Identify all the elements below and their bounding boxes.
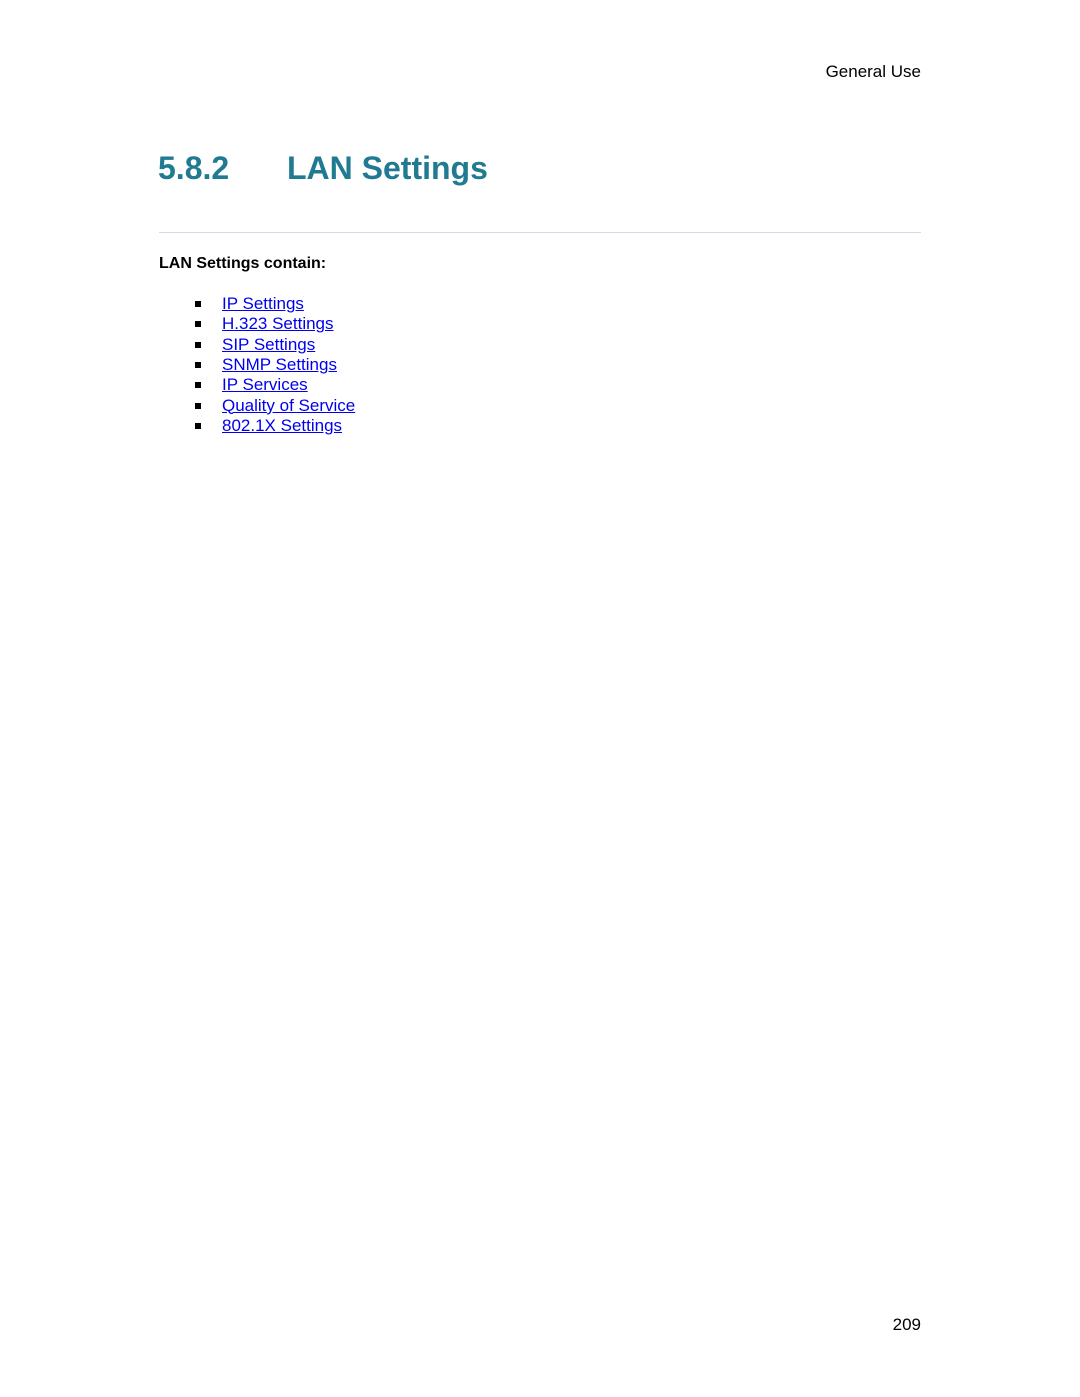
list-item: H.323 Settings xyxy=(159,314,355,334)
square-bullet-icon xyxy=(195,321,201,328)
link-quality-of-service[interactable]: Quality of Service xyxy=(222,396,355,416)
page-number: 209 xyxy=(892,1315,921,1334)
square-bullet-icon xyxy=(195,402,201,409)
link-8021x-settings[interactable]: 802.1X Settings xyxy=(222,416,342,436)
link-sip-settings[interactable]: SIP Settings xyxy=(222,335,315,355)
square-bullet-icon xyxy=(195,382,201,389)
link-ip-services[interactable]: IP Services xyxy=(222,375,308,395)
link-snmp-settings[interactable]: SNMP Settings xyxy=(222,355,337,375)
link-h323-settings[interactable]: H.323 Settings xyxy=(222,314,334,334)
list-item: SIP Settings xyxy=(159,335,355,355)
intro-text: LAN Settings contain: xyxy=(159,255,327,272)
running-header: General Use xyxy=(825,62,921,81)
list-item: SNMP Settings xyxy=(159,355,355,375)
square-bullet-icon xyxy=(195,422,201,429)
square-bullet-icon xyxy=(195,362,201,369)
list-item: Quality of Service xyxy=(159,395,355,415)
section-title: LAN Settings xyxy=(287,150,488,186)
link-ip-settings[interactable]: IP Settings xyxy=(222,294,304,314)
section-heading: 5.8.2 LAN Settings xyxy=(158,150,488,187)
list-item: 802.1X Settings xyxy=(159,416,355,436)
section-number: 5.8.2 xyxy=(158,150,230,186)
list-item: IP Settings xyxy=(159,294,355,314)
square-bullet-icon xyxy=(195,301,201,308)
square-bullet-icon xyxy=(195,341,201,348)
heading-divider xyxy=(159,232,921,233)
list-item: IP Services xyxy=(159,375,355,395)
link-list: IP Settings H.323 Settings SIP Settings … xyxy=(159,294,355,436)
